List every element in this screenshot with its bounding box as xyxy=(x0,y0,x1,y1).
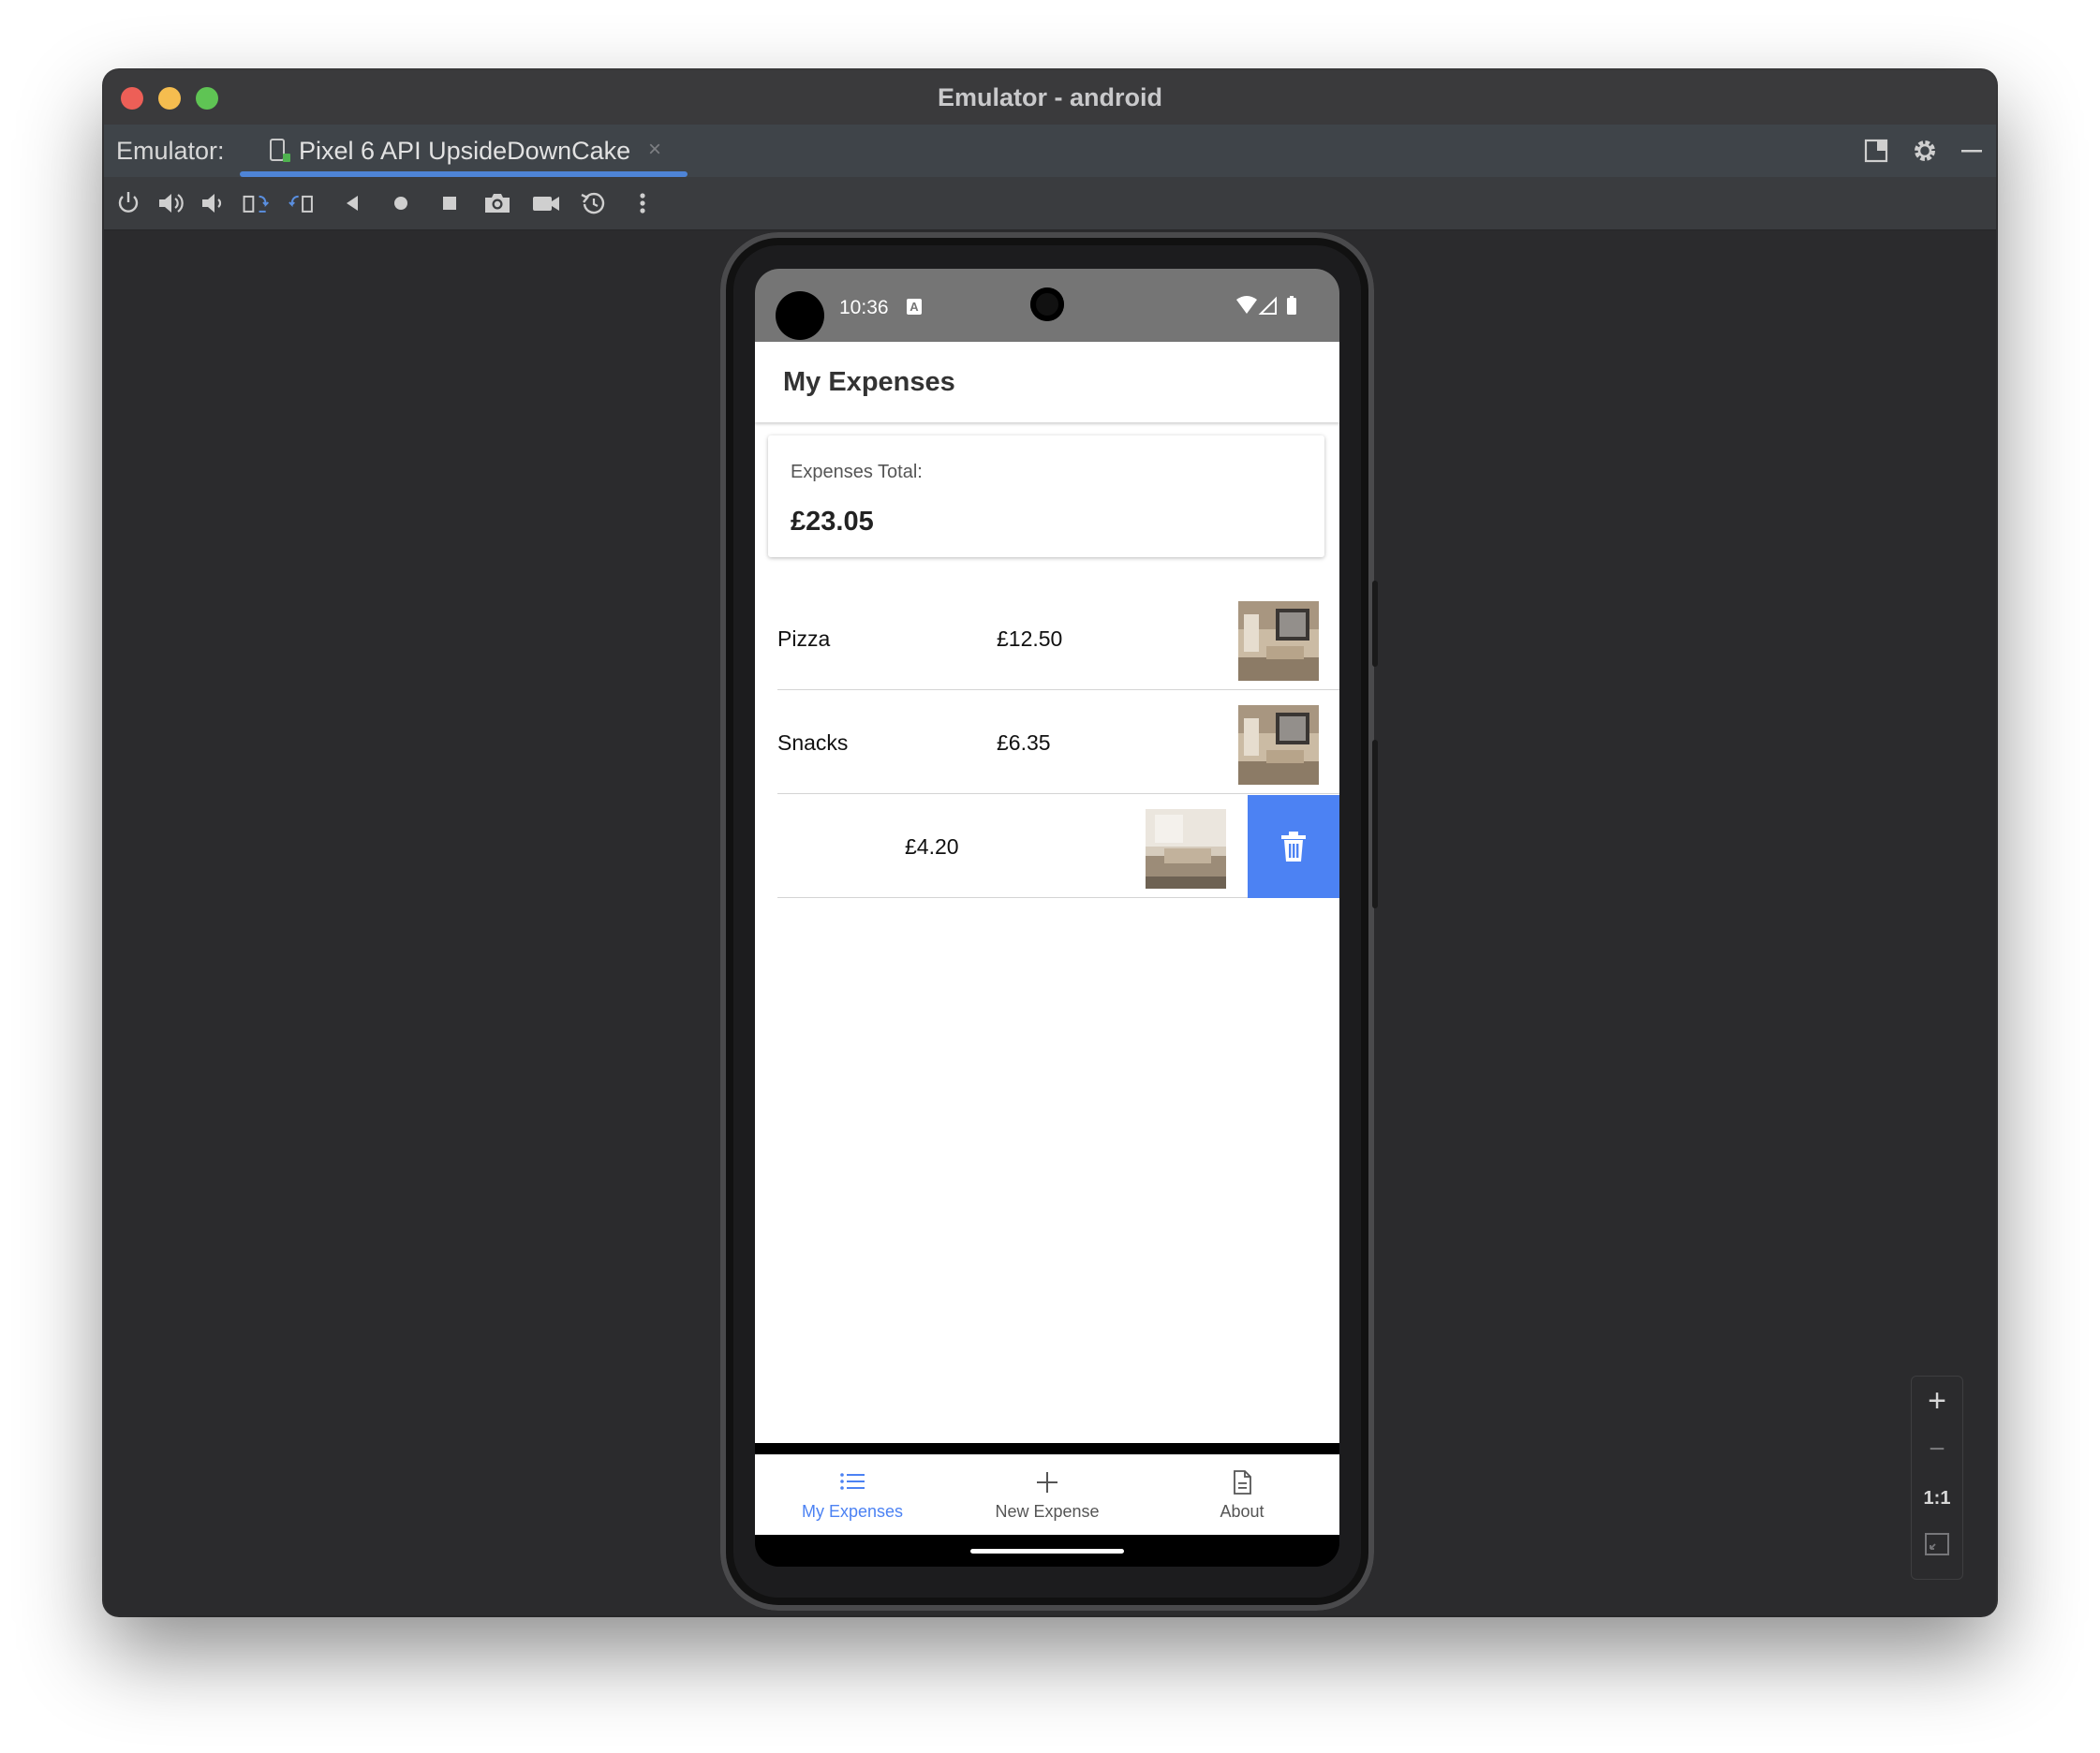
trash-icon xyxy=(1281,832,1306,862)
gear-icon[interactable] xyxy=(1911,137,1939,165)
nav-label: About xyxy=(1220,1502,1264,1521)
total-label: Expenses Total: xyxy=(791,462,923,482)
nav-label: My Expenses xyxy=(801,1502,904,1521)
rotate-left-icon[interactable] xyxy=(241,188,271,218)
phone-volume-key[interactable] xyxy=(1372,740,1378,908)
expense-row-snacks[interactable]: Snacks £6.35 xyxy=(755,691,1339,794)
tab-prefix-label: Emulator: xyxy=(116,137,225,165)
expense-row-pizza[interactable]: Pizza £12.50 xyxy=(755,587,1339,690)
fit-screen-icon[interactable] xyxy=(1924,1532,1950,1556)
cell-signal-icon xyxy=(1258,296,1277,315)
app-title: My Expenses xyxy=(783,367,955,397)
nav-about[interactable]: About xyxy=(1145,1455,1339,1536)
phone-screen: 10:36 A My Expenses Expenses Total: £23.… xyxy=(755,269,1339,1567)
expense-amount: £4.20 xyxy=(905,834,959,859)
minimize-icon[interactable] xyxy=(1959,138,1985,164)
zoom-in-button[interactable]: + xyxy=(1912,1377,1962,1425)
camera-icon[interactable] xyxy=(482,188,512,218)
plus-icon xyxy=(1037,1472,1057,1493)
status-bar: 10:36 A xyxy=(755,269,1339,342)
expense-name: Snacks xyxy=(777,730,849,755)
status-a-icon: A xyxy=(907,299,922,315)
battery-icon xyxy=(1287,298,1296,315)
expense-amount: £6.35 xyxy=(997,730,1051,755)
tab-bar: Emulator: Pixel 6 API UpsideDownCake × xyxy=(104,125,1996,178)
volume-down-icon[interactable] xyxy=(197,188,227,218)
total-card: Expenses Total: £23.05 xyxy=(768,435,1324,557)
layout-icon[interactable] xyxy=(1863,138,1889,164)
snapshot-restore-icon[interactable] xyxy=(579,188,609,218)
gesture-bar xyxy=(755,1535,1339,1567)
more-vertical-icon[interactable] xyxy=(628,188,658,218)
app-bar: My Expenses xyxy=(755,342,1339,422)
expense-amount: £12.50 xyxy=(997,626,1063,651)
power-icon[interactable] xyxy=(113,188,143,218)
back-triangle-icon[interactable] xyxy=(337,188,367,218)
list-icon xyxy=(840,1473,865,1490)
expense-name: Pizza xyxy=(777,626,831,651)
room-photo-icon xyxy=(1238,705,1319,785)
delete-expense-button[interactable] xyxy=(1248,795,1339,898)
room-photo-icon xyxy=(1238,601,1319,681)
wifi-icon xyxy=(1236,296,1257,314)
expense-content: Expenses Total: £23.05 Pizza £12.50 Snac… xyxy=(755,422,1339,1443)
phone-power-key[interactable] xyxy=(1372,581,1378,667)
overview-square-icon[interactable] xyxy=(435,188,465,218)
volume-up-icon[interactable] xyxy=(155,188,185,218)
status-time: 10:36 xyxy=(839,297,889,318)
total-value: £23.05 xyxy=(791,507,874,537)
bottom-navigation: My Expenses New Expense About xyxy=(755,1454,1339,1536)
window-title: Emulator - android xyxy=(937,83,1162,111)
video-camera-icon[interactable] xyxy=(531,188,561,218)
device-phone-icon xyxy=(270,139,290,162)
zoom-controls: + − 1:1 xyxy=(1911,1376,1963,1580)
zoom-out-button[interactable]: − xyxy=(1912,1425,1962,1474)
front-camera xyxy=(1030,287,1064,321)
device-tab-label: Pixel 6 API UpsideDownCake xyxy=(299,137,631,165)
emulator-toolbar xyxy=(104,177,1996,230)
actual-size-button[interactable]: 1:1 xyxy=(1912,1474,1962,1523)
home-gesture-handle[interactable] xyxy=(970,1549,1124,1554)
nav-my-expenses[interactable]: My Expenses xyxy=(755,1455,950,1536)
status-icons xyxy=(1236,296,1296,315)
nav-new-expense[interactable]: New Expense xyxy=(950,1455,1145,1536)
tab-close-icon[interactable]: × xyxy=(648,125,661,177)
title-bar: Emulator - android xyxy=(104,70,1996,125)
room-photo-icon xyxy=(1146,809,1226,889)
home-circle-icon[interactable] xyxy=(386,188,416,218)
nav-label: New Expense xyxy=(995,1502,1100,1521)
status-avatar xyxy=(776,291,824,340)
document-icon xyxy=(1234,1470,1251,1495)
rotate-right-icon[interactable] xyxy=(288,188,318,218)
